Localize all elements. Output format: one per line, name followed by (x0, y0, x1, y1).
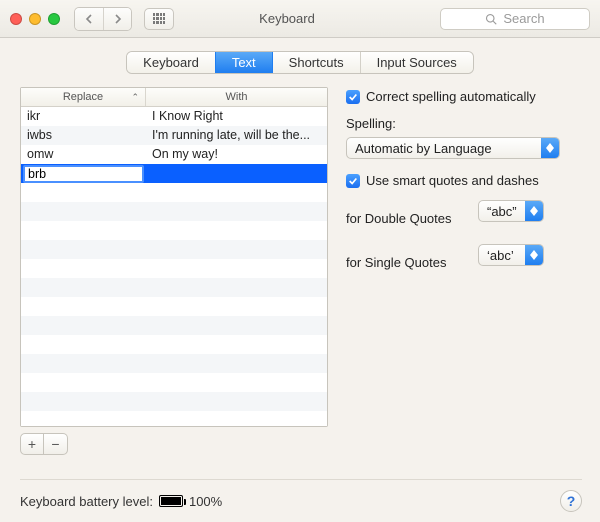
nav-back-forward (74, 7, 132, 31)
tab-shortcuts[interactable]: Shortcuts (272, 52, 360, 73)
cell-with: I Know Right (146, 107, 327, 126)
column-header-replace[interactable]: Replace ⌃ (21, 88, 146, 106)
single-quotes-value: ‘abc’ (479, 248, 525, 263)
zoom-window-button[interactable] (48, 13, 60, 25)
table-row[interactable]: iwbs I'm running late, will be the... (21, 126, 327, 145)
double-quotes-popup[interactable]: “abc” (478, 200, 544, 222)
edit-input[interactable]: brb (23, 165, 144, 183)
bottom-bar: Keyboard battery level: 100% ? (20, 479, 582, 512)
cell-with: On my way! (146, 145, 327, 164)
traffic-lights (10, 13, 60, 25)
table-row-empty (21, 259, 327, 278)
battery-label: Keyboard battery level: (20, 494, 153, 509)
table-row-empty (21, 278, 327, 297)
battery-percent: 100% (189, 494, 222, 509)
table-row-empty (21, 202, 327, 221)
spelling-heading: Spelling: (346, 116, 580, 131)
popup-arrows-icon (525, 201, 543, 221)
correct-spelling-label: Correct spelling automatically (366, 89, 536, 104)
smart-quotes-option[interactable]: Use smart quotes and dashes (346, 173, 580, 188)
checkbox-checked-icon (346, 90, 360, 104)
table-row-empty (21, 240, 327, 259)
cell-replace: omw (21, 145, 146, 164)
single-quotes-row: for Single Quotes ‘abc’ (346, 244, 580, 280)
add-button[interactable]: + (20, 433, 44, 455)
tab-keyboard[interactable]: Keyboard (127, 52, 215, 73)
spelling-popup-value: Automatic by Language (347, 141, 541, 156)
cell-with: I'm running late, will be the... (146, 126, 327, 145)
tab-segmented-control: Keyboard Text Shortcuts Input Sources (127, 52, 473, 73)
chevron-left-icon (84, 14, 94, 24)
correct-spelling-option[interactable]: Correct spelling automatically (346, 89, 580, 104)
checkbox-checked-icon (346, 174, 360, 188)
spelling-popup[interactable]: Automatic by Language (346, 137, 560, 159)
table-row-empty (21, 221, 327, 240)
smart-quotes-label: Use smart quotes and dashes (366, 173, 539, 188)
table-row-empty (21, 316, 327, 335)
column-header-with[interactable]: With (146, 88, 327, 106)
replacements-section: Replace ⌃ With ikr I Know Right iwbs I'm… (20, 87, 328, 455)
cell-replace: ikr (21, 107, 146, 126)
cell-with (146, 164, 327, 183)
tab-bar: Keyboard Text Shortcuts Input Sources (20, 52, 580, 73)
table-row[interactable]: ikr I Know Right (21, 107, 327, 126)
tab-text[interactable]: Text (215, 52, 272, 73)
battery-icon (159, 495, 183, 507)
tab-input-sources[interactable]: Input Sources (360, 52, 473, 73)
table-row-empty (21, 354, 327, 373)
remove-button[interactable]: − (44, 433, 68, 455)
table-row-empty (21, 373, 327, 392)
pane-content: Keyboard Text Shortcuts Input Sources Re… (0, 38, 600, 522)
search-icon (485, 13, 497, 25)
replacements-table[interactable]: Replace ⌃ With ikr I Know Right iwbs I'm… (20, 87, 328, 427)
cell-replace-editing[interactable]: brb (21, 164, 146, 183)
table-buttons: + − (20, 433, 328, 455)
single-quotes-label: for Single Quotes (346, 255, 468, 270)
battery-status: Keyboard battery level: 100% (20, 494, 222, 509)
minimize-window-button[interactable] (29, 13, 41, 25)
table-row-selected[interactable]: brb (21, 164, 327, 183)
single-quotes-popup[interactable]: ‘abc’ (478, 244, 544, 266)
table-body: ikr I Know Right iwbs I'm running late, … (21, 107, 327, 426)
search-field[interactable]: Search (440, 8, 590, 30)
close-window-button[interactable] (10, 13, 22, 25)
back-button[interactable] (75, 8, 103, 30)
cell-replace: iwbs (21, 126, 146, 145)
window-titlebar: Keyboard Search (0, 0, 600, 38)
popup-arrows-icon (541, 138, 559, 158)
double-quotes-row: for Double Quotes “abc” (346, 200, 580, 236)
table-header: Replace ⌃ With (21, 88, 327, 107)
table-row-empty (21, 297, 327, 316)
table-row-empty (21, 392, 327, 411)
forward-button[interactable] (103, 8, 131, 30)
table-row-empty (21, 411, 327, 426)
options-panel: Correct spelling automatically Spelling:… (346, 87, 580, 288)
sort-indicator-icon: ⌃ (131, 92, 139, 103)
search-placeholder: Search (503, 11, 544, 26)
window-title: Keyboard (142, 11, 432, 26)
table-row-empty (21, 335, 327, 354)
table-row[interactable]: omw On my way! (21, 145, 327, 164)
chevron-right-icon (113, 14, 123, 24)
double-quotes-value: “abc” (479, 204, 525, 219)
help-button[interactable]: ? (560, 490, 582, 512)
popup-arrows-icon (525, 245, 543, 265)
double-quotes-label: for Double Quotes (346, 211, 468, 226)
table-row-empty (21, 183, 327, 202)
main-area: Replace ⌃ With ikr I Know Right iwbs I'm… (20, 87, 580, 455)
